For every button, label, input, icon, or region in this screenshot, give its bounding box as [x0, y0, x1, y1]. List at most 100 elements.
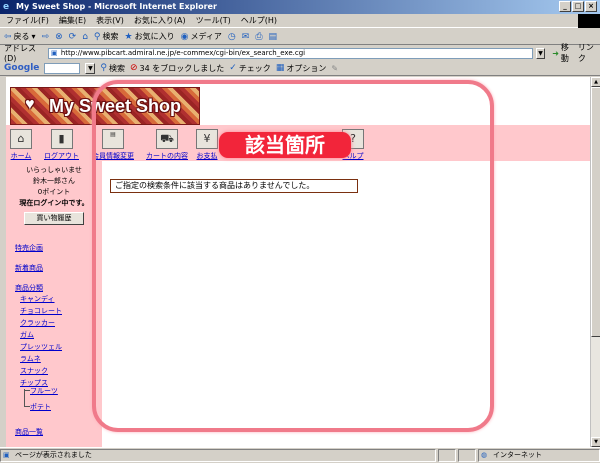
- menu-tools[interactable]: ツール(T): [196, 15, 231, 26]
- scroll-thumb[interactable]: [591, 87, 600, 337]
- mail-button[interactable]: ✉: [242, 32, 250, 42]
- standard-toolbar: ⇦ 戻る ▾ ⇨ ⊗ ⟳ ⌂ ⚲ 検索 ★ お気に入り ◉ メディア ◷ ✉ ⎙…: [0, 29, 600, 45]
- category-pretzel[interactable]: プレッツェル: [20, 342, 62, 352]
- home-icon: ⌂: [82, 31, 88, 42]
- member-greeting: いらっしゃいませ 鈴木一郎さん 0ポイント 現在ログイン中です。: [6, 161, 102, 209]
- menu-favorites[interactable]: お気に入り(A): [134, 15, 186, 26]
- back-arrow-icon: ⇦: [4, 31, 12, 42]
- subcategory-potato[interactable]: ポテト: [30, 402, 51, 412]
- nav-home[interactable]: ⌂ ホーム: [10, 129, 32, 161]
- link-all-products[interactable]: 商品一覧: [15, 427, 43, 437]
- menu-view[interactable]: 表示(V): [96, 15, 124, 26]
- category-chocolate[interactable]: チョコレート: [20, 306, 62, 316]
- popup-blocked-label: 34 をブロックしました: [139, 63, 225, 73]
- close-button[interactable]: ×: [585, 1, 597, 12]
- address-label: アドレス(D): [4, 44, 36, 63]
- block-icon: ⊘: [129, 63, 138, 73]
- page-icon: ▣: [3, 451, 10, 459]
- spell-check-button[interactable]: ✓ チェック: [229, 63, 271, 74]
- purchase-history-button[interactable]: 買い物履歴: [24, 212, 84, 225]
- media-icon: ◉: [180, 31, 189, 42]
- address-input[interactable]: ▣ http://www.pibcart.admiral.ne.jp/e-com…: [47, 47, 533, 59]
- link-new-items[interactable]: 新着商品: [15, 263, 43, 273]
- nav-logout[interactable]: ▮ ログアウト: [44, 129, 79, 161]
- check-icon: ✓: [229, 63, 237, 73]
- user-name: 鈴木一郎さん: [33, 177, 75, 185]
- home-button[interactable]: ⌂: [82, 32, 88, 42]
- google-toolbar: Google ▼ ⚲ 検索 ⊘ 34 をブロックしました ✓ チェック ▦ オプ…: [0, 61, 600, 76]
- forward-button[interactable]: ⇨: [42, 32, 50, 42]
- points-text: 0ポイント: [37, 188, 71, 196]
- chevron-down-icon[interactable]: ▾: [32, 32, 36, 41]
- refresh-icon: ⟳: [68, 31, 77, 42]
- category-ramune[interactable]: ラムネ: [20, 354, 41, 364]
- nav-logout-label[interactable]: ログアウト: [44, 151, 79, 161]
- zone-label: インターネット: [493, 451, 542, 459]
- vertical-scrollbar[interactable]: ▲ ▼: [590, 77, 600, 447]
- back-label: 戻る: [13, 32, 30, 41]
- history-icon: ◷: [227, 31, 236, 42]
- menu-bar: ファイル(F) 編集(E) 表示(V) お気に入り(A) ツール(T) ヘルプ(…: [0, 14, 600, 28]
- maximize-button[interactable]: □: [572, 1, 584, 12]
- minimize-button[interactable]: _: [559, 1, 571, 12]
- google-dropdown[interactable]: ▼: [85, 62, 96, 74]
- search-button[interactable]: ⚲ 検索: [94, 31, 119, 42]
- nav-home-label[interactable]: ホーム: [11, 151, 32, 161]
- security-zone: ◍ インターネット: [478, 449, 600, 462]
- popup-blocker[interactable]: ⊘ 34 をブロックしました: [130, 63, 224, 74]
- menu-edit[interactable]: 編集(E): [59, 15, 86, 26]
- options-button[interactable]: ▦ オプション: [276, 63, 327, 74]
- media-label: メディア: [190, 32, 222, 41]
- google-logo[interactable]: Google: [4, 63, 39, 73]
- print-button[interactable]: ⎙: [255, 32, 262, 42]
- google-search-button[interactable]: ⚲ 検索: [100, 63, 125, 74]
- globe-icon: ◍: [481, 451, 488, 459]
- check-label: チェック: [238, 63, 271, 73]
- link-category[interactable]: 商品分類: [15, 283, 43, 293]
- address-url: http://www.pibcart.admiral.ne.jp/e-comme…: [60, 48, 306, 57]
- search-label: 検索: [102, 32, 119, 41]
- favorites-button[interactable]: ★ お気に入り: [125, 31, 175, 42]
- login-status: 現在ログイン中です。: [19, 199, 89, 207]
- stop-icon: ⊗: [55, 31, 63, 42]
- category-snack[interactable]: スナック: [20, 366, 48, 376]
- status-cell: [458, 449, 476, 462]
- edit-icon: ▤: [268, 31, 278, 42]
- greeting-text: いらっしゃいませ: [26, 166, 82, 174]
- media-button[interactable]: ◉ メディア: [181, 31, 222, 42]
- go-arrow-icon: ➜: [552, 48, 559, 58]
- ie-icon: e: [3, 2, 10, 12]
- back-button[interactable]: ⇦ 戻る ▾: [4, 31, 36, 42]
- scroll-up-button[interactable]: ▲: [591, 77, 600, 87]
- heart-icon: ♥: [25, 96, 35, 113]
- scroll-down-button[interactable]: ▼: [591, 437, 600, 447]
- options-icon: ▦: [275, 63, 285, 73]
- mail-icon: ✉: [241, 31, 250, 42]
- edit-button[interactable]: ▤: [269, 32, 278, 42]
- category-cracker[interactable]: クラッカー: [20, 318, 55, 328]
- options-label: オプション: [286, 63, 327, 73]
- category-candy[interactable]: キャンディ: [20, 294, 55, 304]
- door-icon: ▮: [50, 129, 73, 149]
- menu-file[interactable]: ファイル(F): [6, 15, 49, 26]
- subcategory-fruit[interactable]: フルーツ: [30, 386, 58, 396]
- window-controls: _ □ ×: [559, 1, 597, 12]
- refresh-button[interactable]: ⟳: [69, 32, 77, 42]
- google-search-label: 検索: [108, 63, 125, 73]
- window-title-bar: e My Sweet Shop - Microsoft Internet Exp…: [0, 0, 600, 14]
- star-icon: ★: [124, 31, 133, 42]
- history-toolbar-button[interactable]: ◷: [228, 32, 236, 42]
- stop-button[interactable]: ⊗: [55, 32, 63, 42]
- status-bar: ▣ ページが表示されました ◍ インターネット: [0, 447, 600, 463]
- pencil-icon[interactable]: ✎: [331, 64, 338, 73]
- google-search-input[interactable]: [44, 62, 81, 74]
- category-gum[interactable]: ガム: [20, 330, 34, 340]
- menu-help[interactable]: ヘルプ(H): [241, 15, 277, 26]
- window-title: My Sweet Shop - Microsoft Internet Explo…: [16, 2, 217, 11]
- print-icon: ⎙: [255, 31, 263, 42]
- page-icon: ▣: [50, 48, 58, 57]
- link-special[interactable]: 特売企画: [15, 243, 43, 253]
- address-dropdown[interactable]: ▼: [535, 47, 546, 59]
- status-cell: [438, 449, 456, 462]
- status-message: ページが表示されました: [15, 451, 92, 459]
